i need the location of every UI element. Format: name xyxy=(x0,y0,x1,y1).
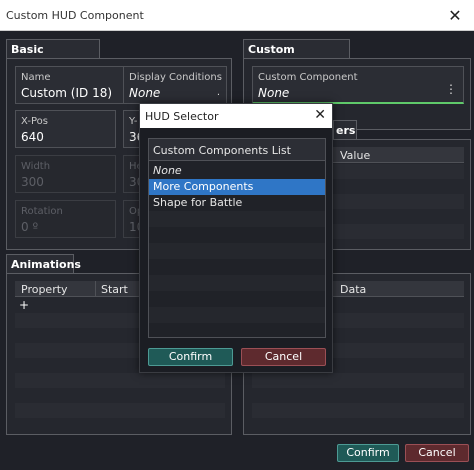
list-item xyxy=(149,243,325,259)
list-item xyxy=(149,211,325,227)
table-row xyxy=(252,373,464,388)
rotation-label: Rotation xyxy=(21,206,63,217)
table-row xyxy=(252,403,464,418)
custom-component-label: Custom Component xyxy=(258,72,358,83)
rotation-field: Rotation 0 º xyxy=(15,200,116,238)
table-row xyxy=(15,403,225,418)
dialog-confirm-button[interactable]: Confirm xyxy=(148,348,233,366)
data-column-header: Data xyxy=(340,283,367,296)
add-row-icon[interactable]: + xyxy=(19,298,29,312)
name-field[interactable]: Name Custom (ID 18) xyxy=(15,66,124,104)
width-field: Width 300 xyxy=(15,155,116,193)
confirm-button[interactable]: Confirm xyxy=(337,444,399,462)
name-label: Name xyxy=(21,72,51,83)
value-column-header: Value xyxy=(340,149,371,162)
list-item xyxy=(149,307,325,323)
list-header-label: Custom Components List xyxy=(153,144,291,157)
dialog-cancel-button[interactable]: Cancel xyxy=(241,348,326,366)
display-conditions-label: Display Conditions xyxy=(129,72,222,83)
tab-custom-properties[interactable]: Custom Properties xyxy=(243,39,350,69)
xpos-field[interactable]: X-Pos 640 xyxy=(15,110,116,148)
window-title-bar: Custom HUD Component ✕ xyxy=(0,0,474,31)
list-item xyxy=(149,275,325,291)
custom-components-list: Custom Components List None More Compone… xyxy=(148,138,326,338)
close-icon[interactable]: ✕ xyxy=(446,6,464,25)
custom-component-field[interactable]: Custom Component None ⋮ xyxy=(252,66,464,104)
display-conditions-field[interactable]: Display Conditions None · xyxy=(123,66,227,104)
width-label: Width xyxy=(21,161,51,172)
list-header: Custom Components List xyxy=(149,139,325,161)
dialog-close-icon[interactable]: ✕ xyxy=(314,107,326,123)
dialog-title-bar: HUD Selector ✕ xyxy=(140,104,332,128)
rotation-value: 0 º xyxy=(21,220,39,234)
list-item[interactable]: Shape for Battle xyxy=(149,195,325,211)
xpos-label: X-Pos xyxy=(21,116,48,127)
tab-animations[interactable]: Animations xyxy=(6,254,81,274)
display-conditions-value: None xyxy=(129,86,161,100)
ypos-label: Y- xyxy=(129,116,138,127)
list-item[interactable]: None xyxy=(149,163,325,179)
custom-component-value: None xyxy=(258,86,290,100)
list-item[interactable]: More Components xyxy=(149,179,325,195)
name-value: Custom (ID 18) xyxy=(21,86,113,100)
cancel-button[interactable]: Cancel xyxy=(405,444,469,462)
column-divider xyxy=(95,281,96,297)
tab-parameters[interactable]: ers xyxy=(333,120,357,140)
start-column-header: Start xyxy=(101,283,128,296)
width-value: 300 xyxy=(21,175,44,189)
more-options-icon[interactable]: ⋮ xyxy=(445,82,457,96)
hud-selector-dialog: HUD Selector ✕ Custom Components List No… xyxy=(139,103,333,373)
table-row xyxy=(15,373,225,388)
dialog-title: HUD Selector xyxy=(145,110,219,123)
window-title: Custom HUD Component xyxy=(6,9,144,22)
dropdown-dot-icon: · xyxy=(216,90,220,101)
property-column-header: Property xyxy=(21,283,68,296)
xpos-value: 640 xyxy=(21,130,44,144)
tab-basic-properties[interactable]: Basic Properties xyxy=(6,39,100,69)
